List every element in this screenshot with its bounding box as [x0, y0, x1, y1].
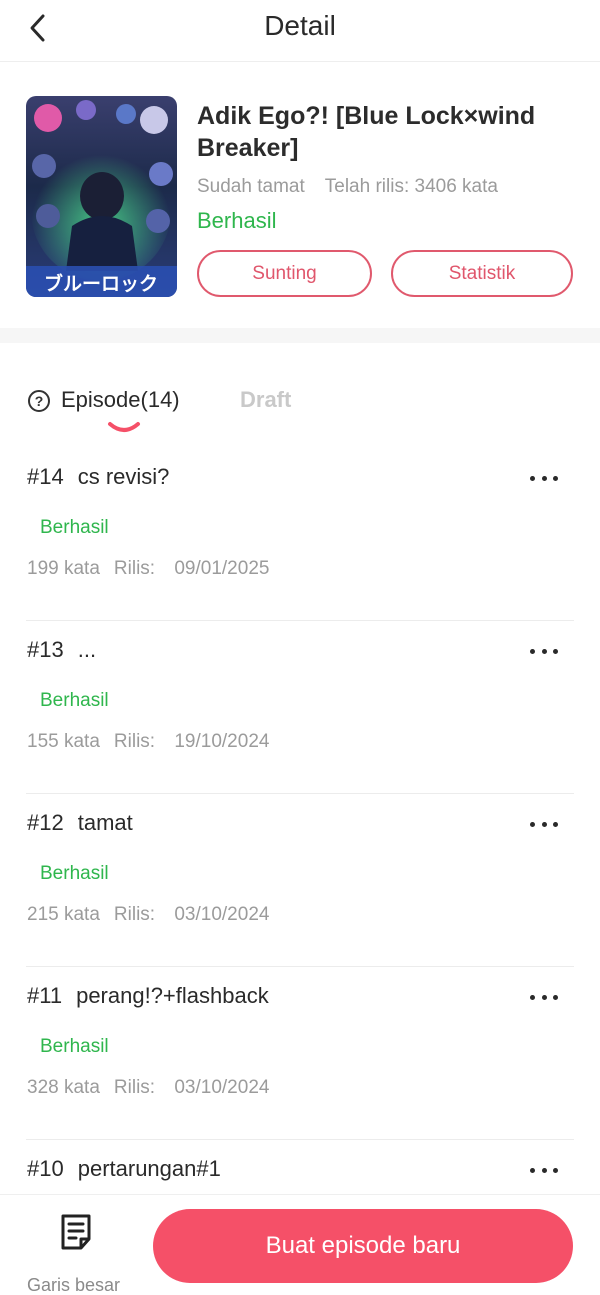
episode-item[interactable]: #12 tamat Berhasil 215 kata Rilis: 03/10/2… — [26, 794, 574, 967]
episode-status-badge: Berhasil — [40, 690, 109, 711]
question-circle-icon[interactable]: ? — [28, 390, 50, 412]
publish-status-badge: Berhasil — [197, 208, 277, 233]
more-options-icon[interactable] — [530, 643, 558, 659]
page-title: Detail — [264, 10, 336, 41]
release-label: Rilis: — [113, 558, 156, 579]
release-label: Rilis: — [113, 1077, 156, 1098]
episode-word-count: 199 kata — [27, 558, 100, 579]
completion-status: Sudah tamat — [197, 176, 305, 197]
episode-number: #10 — [27, 1156, 64, 1181]
statistics-button[interactable]: Statistik — [391, 250, 573, 297]
section-divider — [0, 328, 600, 343]
more-options-icon[interactable] — [530, 989, 558, 1005]
episode-meta: 155 kata Rilis: 19/10/2024 — [27, 731, 269, 753]
new-episode-button[interactable]: Buat episode baru — [153, 1209, 573, 1283]
release-label: Rilis: — [113, 731, 156, 752]
top-app-bar: Detail — [0, 0, 600, 62]
document-lines-icon — [61, 1214, 91, 1250]
episode-meta: 215 kata Rilis: 03/10/2024 — [27, 904, 269, 926]
episode-name: ... — [77, 637, 97, 662]
book-cover-image[interactable]: ブルーロック — [26, 96, 177, 297]
episode-word-count: 328 kata — [27, 1077, 100, 1098]
episode-title: #10 pertarungan#1 — [27, 1156, 221, 1182]
episode-item[interactable]: #11 perang!?+flashback Berhasil 328 kata R… — [26, 967, 574, 1140]
episode-item[interactable]: #14 cs revisi? Berhasil 199 kata Rilis: 09… — [26, 448, 574, 621]
episode-number: #14 — [27, 464, 64, 489]
active-tab-indicator — [108, 422, 140, 432]
released-word-count: Telah rilis: 3406 kata — [324, 176, 498, 197]
episode-number: #13 — [27, 637, 64, 662]
episode-name: perang!?+flashback — [76, 983, 269, 1008]
episode-word-count: 155 kata — [27, 731, 100, 752]
tab-draft[interactable]: Draft — [240, 387, 291, 413]
bottom-action-bar: Garis besar Buat episode baru — [0, 1194, 600, 1295]
release-label: Rilis: — [113, 904, 156, 925]
episode-number: #11 — [27, 983, 63, 1008]
episode-meta: 199 kata Rilis: 09/01/2025 — [27, 558, 269, 580]
episode-title: #12 tamat — [27, 810, 133, 836]
episode-word-count: 215 kata — [27, 904, 100, 925]
episode-status-badge: Berhasil — [40, 863, 109, 884]
episode-name: pertarungan#1 — [77, 1156, 221, 1181]
book-title: Adik Ego?! [Blue Lock×wind Breaker] — [197, 102, 536, 162]
episode-title: #11 perang!?+flashback — [27, 983, 269, 1009]
cover-logo-text: ブルーロック — [44, 272, 158, 295]
episode-list: #14 cs revisi? Berhasil 199 kata Rilis: 09… — [0, 448, 600, 1295]
more-options-icon[interactable] — [530, 470, 558, 486]
release-date: 19/10/2024 — [174, 731, 270, 752]
episode-item[interactable]: #13... Berhasil 155 kata Rilis: 19/10/202… — [26, 621, 574, 794]
outline-button[interactable]: Garis besar — [22, 1211, 132, 1295]
episode-name: cs revisi? — [77, 464, 170, 489]
episode-title: #14 cs revisi? — [27, 464, 169, 490]
episode-title: #13... — [27, 637, 96, 663]
release-date: 09/01/2025 — [174, 558, 270, 579]
episode-name: tamat — [77, 810, 133, 835]
episode-status-badge: Berhasil — [40, 1036, 109, 1057]
release-date: 03/10/2024 — [174, 1077, 270, 1098]
more-options-icon[interactable] — [530, 1162, 558, 1178]
book-meta: Sudah tamat Telah rilis: 3406 kata — [197, 176, 498, 198]
outline-label: Garis besar — [27, 1275, 121, 1295]
episode-number: #12 — [27, 810, 64, 835]
episode-status-badge: Berhasil — [40, 517, 109, 538]
book-summary: ブルーロック Adik Ego?! [Blue Lock×wind Breake… — [0, 62, 600, 328]
release-date: 03/10/2024 — [174, 904, 270, 925]
tab-episode[interactable]: Episode(14) — [61, 387, 180, 413]
more-options-icon[interactable] — [530, 816, 558, 832]
edit-button[interactable]: Sunting — [197, 250, 372, 297]
episode-tabs: ? Episode(14) Draft — [0, 343, 600, 439]
episode-meta: 328 kata Rilis: 03/10/2024 — [27, 1077, 269, 1099]
